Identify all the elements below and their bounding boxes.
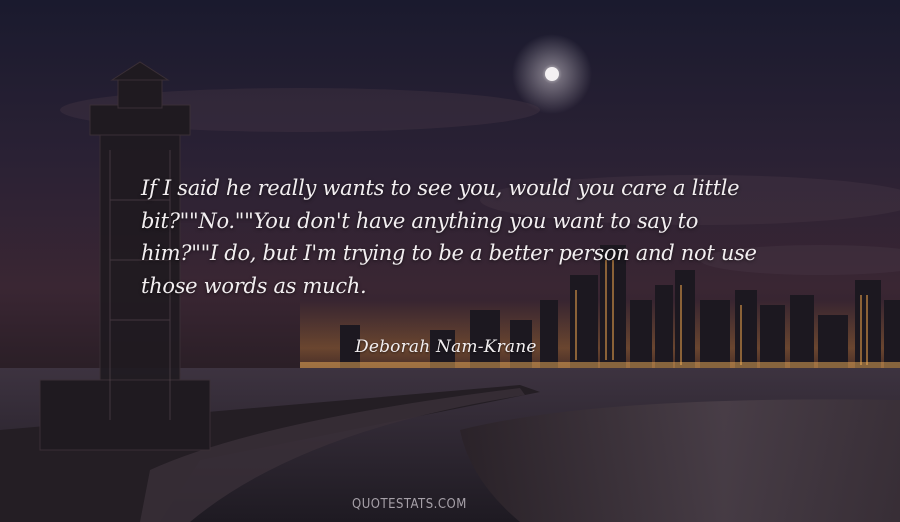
- quote-author: Deborah Nam-Krane: [355, 337, 537, 357]
- quote-image: If I said he really wants to see you, wo…: [0, 0, 900, 522]
- quote-line: If I said he really wants to see you, wo…: [141, 176, 740, 200]
- quote-line: bit?""No.""You don't have anything you w…: [141, 208, 699, 233]
- quote-line: those words as much.: [141, 273, 367, 298]
- quote-text: If I said he really wants to see you, wo…: [141, 172, 781, 302]
- quote-line: him?""I do, but I'm trying to be a bette…: [141, 241, 757, 265]
- site-watermark: QUOTESTATS.COM: [352, 497, 467, 512]
